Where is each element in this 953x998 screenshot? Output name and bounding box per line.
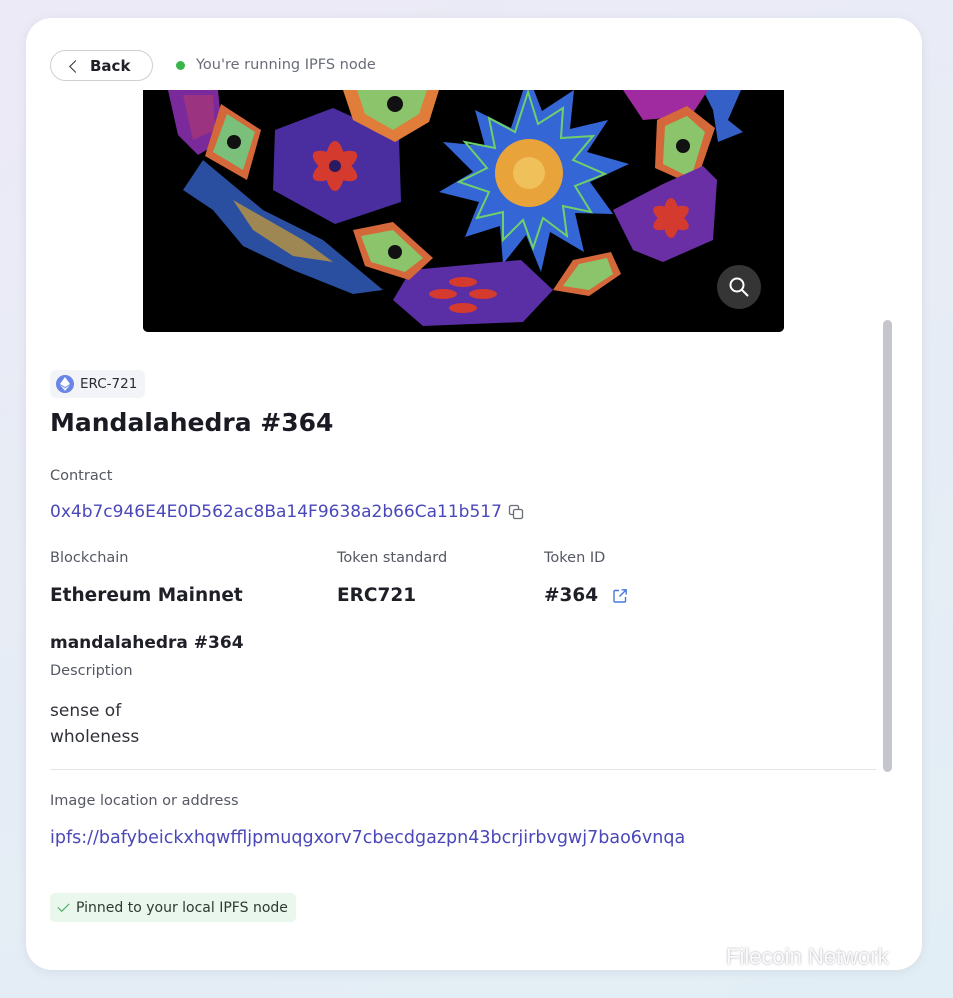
ethereum-icon bbox=[56, 375, 74, 393]
back-button-label: Back bbox=[90, 56, 131, 75]
header-bar: Back You're running IPFS node bbox=[26, 18, 922, 90]
search-icon bbox=[729, 277, 749, 297]
copy-icon[interactable] bbox=[508, 504, 524, 520]
description-label: Description bbox=[50, 663, 133, 679]
scrollbar-thumb[interactable] bbox=[883, 320, 892, 772]
nft-image[interactable] bbox=[143, 90, 784, 332]
ipfs-node-status: You're running IPFS node bbox=[176, 57, 376, 73]
token-standard-chip: ERC-721 bbox=[50, 370, 146, 398]
token-standard-value: ERC721 bbox=[337, 585, 417, 606]
section-divider bbox=[50, 769, 876, 770]
contract-address-link[interactable]: 0x4b7c946E4E0D562ac8Ba14F9638a2b66Ca11b5… bbox=[50, 502, 524, 522]
blockchain-value: Ethereum Mainnet bbox=[50, 585, 243, 606]
nft-title: Mandalahedra #364 bbox=[50, 408, 334, 437]
nft-detail-card: Back You're running IPFS node ERC-721 Ma… bbox=[26, 18, 922, 970]
token-id-value: #364 bbox=[544, 585, 599, 606]
mandala-artwork bbox=[143, 90, 784, 332]
external-link-icon[interactable] bbox=[612, 588, 628, 604]
token-id: #364 bbox=[544, 585, 628, 606]
status-dot-icon bbox=[176, 60, 185, 70]
chevron-left-icon bbox=[69, 59, 82, 73]
description-text: sense of wholeness bbox=[50, 701, 140, 747]
watermark-text: Filecoin Network bbox=[726, 944, 889, 969]
pinned-status-badge: Pinned to your local IPFS node bbox=[50, 893, 296, 922]
token-id-label: Token ID bbox=[544, 550, 606, 566]
watermark: Filecoin Network bbox=[690, 944, 889, 970]
zoom-button[interactable] bbox=[717, 265, 761, 309]
back-button[interactable]: Back bbox=[50, 50, 153, 81]
scrollbar-track[interactable] bbox=[876, 90, 898, 960]
token-standard-chip-label: ERC-721 bbox=[80, 376, 138, 392]
ipfs-address-link[interactable]: ipfs://bafybeickxhqwffljpmuqgxorv7cbecdg… bbox=[50, 828, 685, 848]
blockchain-label: Blockchain bbox=[50, 550, 129, 566]
contract-address-text: 0x4b7c946E4E0D562ac8Ba14F9638a2b66Ca11b5… bbox=[50, 502, 502, 522]
pinned-status-text: Pinned to your local IPFS node bbox=[76, 899, 288, 916]
wechat-icon bbox=[690, 946, 719, 968]
ipfs-node-status-text: You're running IPFS node bbox=[196, 57, 376, 73]
contract-label: Contract bbox=[50, 468, 113, 484]
nft-name: mandalahedra #364 bbox=[50, 633, 244, 653]
token-standard-label: Token standard bbox=[337, 550, 448, 566]
image-location-label: Image location or address bbox=[50, 793, 239, 809]
checkmark-icon bbox=[57, 899, 70, 913]
